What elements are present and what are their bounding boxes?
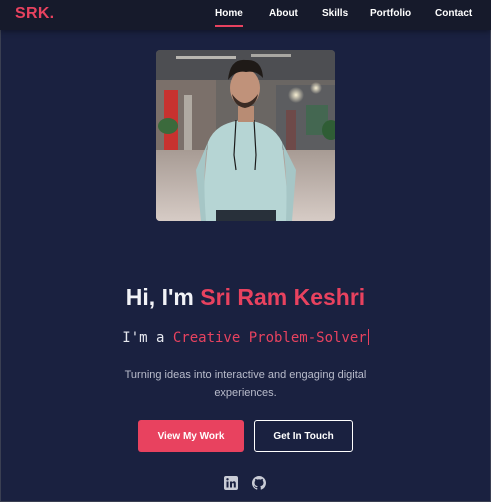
nav-link-about[interactable]: About bbox=[269, 8, 298, 19]
get-in-touch-button[interactable]: Get In Touch bbox=[254, 420, 353, 452]
linkedin-icon[interactable] bbox=[224, 476, 238, 490]
profile-photo bbox=[156, 50, 335, 221]
hero-name: Sri Ram Keshri bbox=[200, 284, 366, 310]
top-navbar: SRK. Home About Skills Portfolio Contact bbox=[0, 0, 491, 30]
hero-tagline: Turning ideas into interactive and engag… bbox=[124, 369, 367, 399]
github-icon[interactable] bbox=[252, 476, 266, 490]
hero-heading: Hi, I'm Sri Ram Keshri bbox=[0, 284, 491, 311]
typing-cursor bbox=[367, 329, 369, 345]
typed-prefix: I'm a bbox=[122, 330, 165, 346]
typed-role-line: I'm a Creative Problem-Solver bbox=[0, 329, 491, 346]
view-my-work-button[interactable]: View My Work bbox=[138, 420, 244, 452]
site-logo[interactable]: SRK. bbox=[15, 5, 54, 23]
nav-link-skills[interactable]: Skills bbox=[322, 8, 348, 19]
nav-link-portfolio[interactable]: Portfolio bbox=[370, 8, 411, 19]
hero-greeting: Hi, I'm bbox=[125, 284, 194, 310]
typed-role: Creative Problem-Solver bbox=[172, 330, 367, 346]
nav-link-contact[interactable]: Contact bbox=[435, 8, 472, 19]
nav-link-home[interactable]: Home bbox=[215, 8, 243, 27]
